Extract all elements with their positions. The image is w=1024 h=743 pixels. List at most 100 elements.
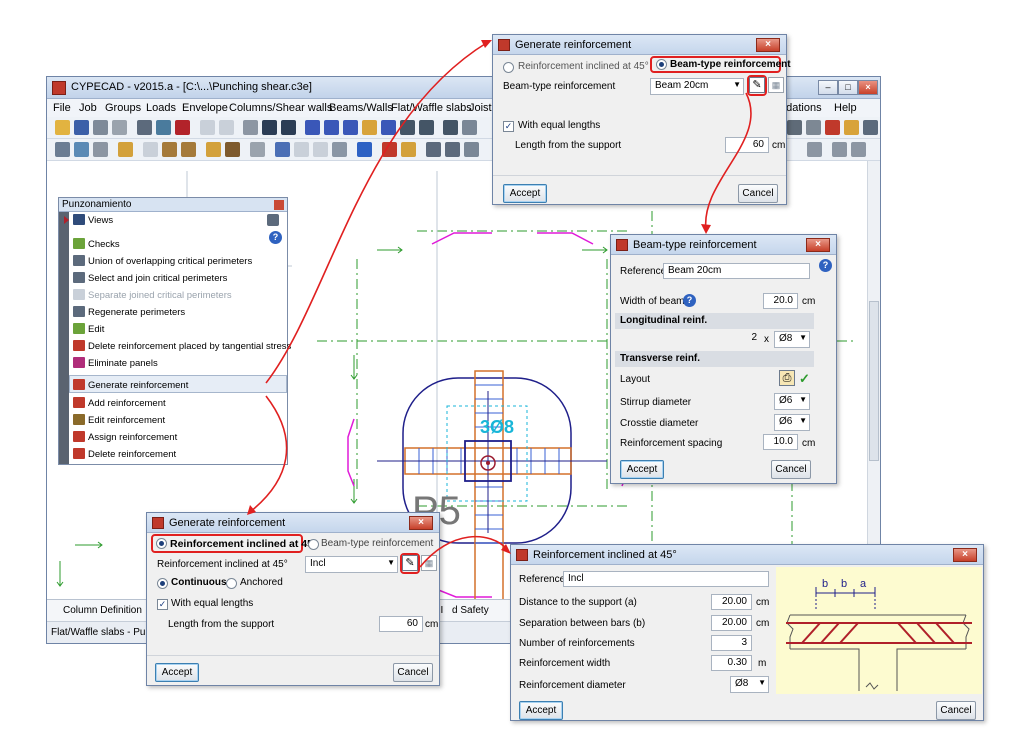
table-icon[interactable]: [445, 142, 460, 157]
menu-item-views[interactable]: Views: [73, 214, 113, 226]
menu-item-regenerate[interactable]: Regenerate perimeters: [73, 306, 185, 318]
menu-groups[interactable]: Groups: [105, 102, 141, 114]
close-button[interactable]: ×: [806, 238, 830, 252]
radio-beam-type[interactable]: [656, 59, 667, 70]
close-button[interactable]: ×: [409, 516, 433, 530]
merge-icon[interactable]: [851, 142, 866, 157]
measure-icon[interactable]: [462, 120, 477, 135]
group-down-icon[interactable]: [281, 120, 296, 135]
menu-item-select-join[interactable]: Select and join critical perimeters: [73, 272, 227, 284]
reference-input[interactable]: Beam 20cm: [663, 263, 810, 279]
zoom-window-icon[interactable]: [305, 120, 320, 135]
menu-item-generate-reinforcement[interactable]: Generate reinforcement: [73, 379, 188, 391]
3d-view-icon[interactable]: [443, 120, 458, 135]
group-up-icon[interactable]: [243, 120, 258, 135]
floor-icon[interactable]: [55, 142, 70, 157]
equal-lengths-checkbox[interactable]: ✓: [157, 599, 168, 610]
menu-item-add-reinforcement[interactable]: Add reinforcement: [73, 397, 166, 409]
width-input[interactable]: 0.30: [711, 655, 752, 671]
panel-icon[interactable]: [863, 120, 878, 135]
panel-close-icon[interactable]: [274, 200, 284, 210]
section-icon[interactable]: [93, 142, 108, 157]
radio-beam-type[interactable]: [308, 539, 319, 550]
help-icon[interactable]: ?: [269, 231, 282, 244]
spacing-input[interactable]: 10.0: [763, 434, 798, 450]
accept-button[interactable]: Accept: [155, 663, 199, 682]
menu-item-separate-joined[interactable]: Separate joined critical perimeters: [73, 289, 232, 301]
beam-edit-icon[interactable]: [181, 142, 196, 157]
drawing-icon[interactable]: [401, 142, 416, 157]
radio-inclined[interactable]: [503, 62, 514, 73]
magnet-icon[interactable]: [175, 120, 190, 135]
menu-item-assign-reinforcement[interactable]: Assign reinforcement: [73, 431, 177, 443]
menu-columns-shear-walls[interactable]: Columns/Shear walls: [229, 102, 332, 114]
menu-item-eliminate-panels[interactable]: Eliminate panels: [73, 357, 158, 369]
zoom-in-icon[interactable]: [324, 120, 339, 135]
radio-anchored[interactable]: [226, 578, 237, 589]
save-icon[interactable]: [74, 120, 89, 135]
close-button[interactable]: ×: [953, 548, 977, 562]
tools-icon[interactable]: [93, 120, 108, 135]
undo-icon[interactable]: [200, 120, 215, 135]
slab-icon[interactable]: [74, 142, 89, 157]
print-icon[interactable]: [844, 120, 859, 135]
menu-item-union-critical-perimeters[interactable]: Union of overlapping critical perimeters: [73, 255, 252, 267]
mesh-icon[interactable]: [464, 142, 479, 157]
accept-button[interactable]: Accept: [519, 701, 563, 720]
cross-icon[interactable]: [332, 142, 347, 157]
diameter-select[interactable]: Ø8 ▼: [730, 676, 769, 693]
long-diameter-select[interactable]: Ø8 ▼: [774, 331, 810, 348]
wall-icon[interactable]: [206, 142, 221, 157]
equal-lengths-checkbox[interactable]: ✓: [503, 121, 514, 132]
draw-icon[interactable]: [362, 120, 377, 135]
inclined-select[interactable]: Incl ▼: [305, 556, 398, 573]
layout-edit-icon[interactable]: ⎙: [779, 370, 795, 386]
menu-loads[interactable]: Loads: [146, 102, 176, 114]
menu-file[interactable]: File: [53, 102, 71, 114]
open-icon[interactable]: [55, 120, 70, 135]
cancel-button[interactable]: Cancel: [936, 701, 976, 720]
separation-input[interactable]: 20.00: [711, 615, 752, 631]
camera-icon[interactable]: [787, 120, 802, 135]
menu-item-edit[interactable]: Edit: [73, 323, 104, 335]
beam-type-select[interactable]: Beam 20cm ▼: [650, 78, 744, 95]
vertical-scrollbar[interactable]: [867, 161, 880, 599]
split-icon[interactable]: [832, 142, 847, 157]
load-icon[interactable]: [250, 142, 265, 157]
minimize-button[interactable]: –: [818, 80, 838, 95]
long-count[interactable]: 2: [739, 331, 761, 347]
list-icon[interactable]: [426, 142, 441, 157]
grid-icon[interactable]: [156, 120, 171, 135]
width-help-icon[interactable]: ?: [683, 294, 696, 307]
footing-icon[interactable]: [225, 142, 240, 157]
count-input[interactable]: 3: [711, 635, 752, 651]
menu-item-edit-reinforcement[interactable]: Edit reinforcement: [73, 414, 165, 426]
drop-icon[interactable]: [143, 142, 158, 157]
accept-button[interactable]: Accept: [503, 184, 547, 203]
report-icon[interactable]: [137, 120, 152, 135]
redo-icon[interactable]: [219, 120, 234, 135]
refresh-icon[interactable]: [419, 120, 434, 135]
results-icon[interactable]: [382, 142, 397, 157]
book-icon[interactable]: [267, 214, 279, 226]
length-input[interactable]: 60: [725, 137, 769, 153]
group-select-icon[interactable]: [262, 120, 277, 135]
scroll-thumb[interactable]: [869, 301, 879, 461]
info-icon[interactable]: [357, 142, 372, 157]
close-button[interactable]: ×: [756, 38, 780, 52]
edit-pencil-icon[interactable]: ✎: [749, 77, 765, 93]
error-icon[interactable]: [294, 142, 309, 157]
beam-icon[interactable]: [162, 142, 177, 157]
width-input[interactable]: 20.0: [763, 293, 798, 309]
radio-inclined[interactable]: [156, 538, 167, 549]
menu-help[interactable]: Help: [834, 102, 857, 114]
export-icon[interactable]: [825, 120, 840, 135]
menu-beams-walls[interactable]: Beams/Walls: [329, 102, 393, 114]
check-icon[interactable]: [275, 142, 290, 157]
join-icon[interactable]: [807, 142, 822, 157]
menu-item-checks[interactable]: Checks: [73, 238, 120, 250]
warning-icon[interactable]: [313, 142, 328, 157]
cancel-button[interactable]: Cancel: [393, 663, 433, 682]
table-icon[interactable]: ▦: [768, 77, 784, 93]
stirrup-select[interactable]: Ø6 ▼: [774, 393, 810, 410]
